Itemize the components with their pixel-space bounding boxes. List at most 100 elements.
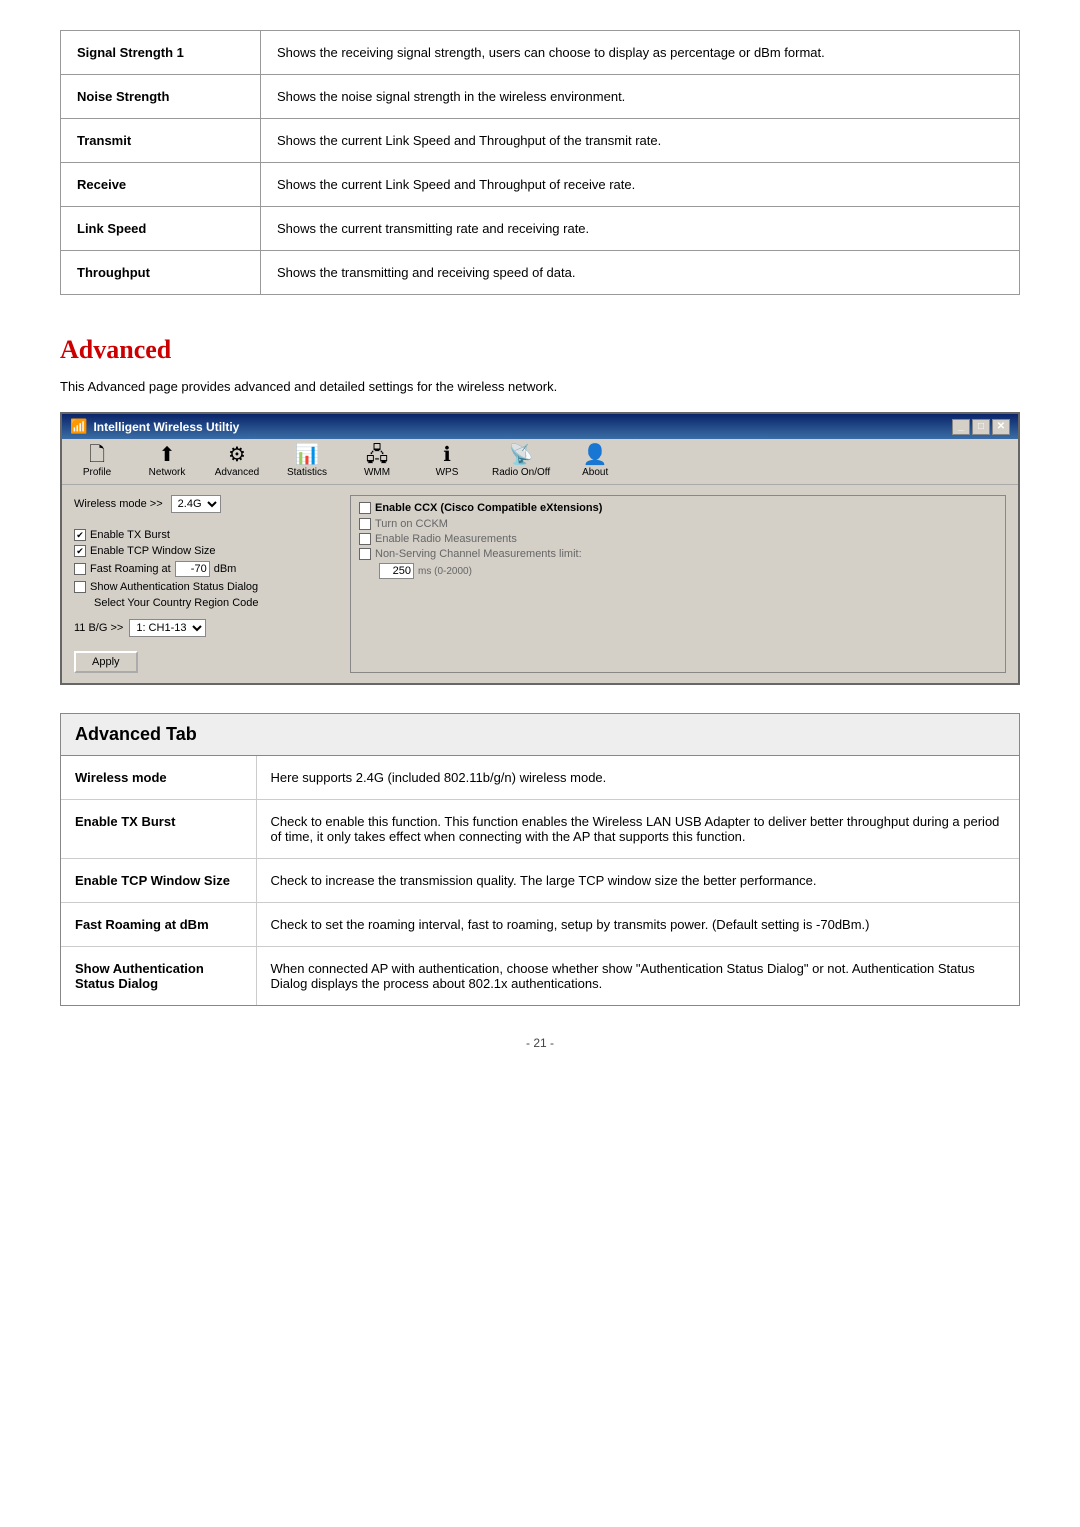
checkbox-country-label: Select Your Country Region Code bbox=[94, 597, 259, 609]
checkbox-auth-status[interactable]: Show Authentication Status Dialog bbox=[74, 581, 334, 593]
row-description: Shows the current transmitting rate and … bbox=[261, 207, 1020, 251]
toolbar-icon-profile: 🗋 bbox=[89, 445, 105, 465]
adv-row-label: Fast Roaming at dBm bbox=[61, 903, 256, 947]
advanced-description: This Advanced page provides advanced and… bbox=[60, 379, 1020, 394]
toolbar-icon-network: ⬆ bbox=[159, 445, 176, 465]
table-row: Noise Strength Shows the noise signal st… bbox=[61, 75, 1020, 119]
wireless-mode-select[interactable]: 2.4G bbox=[171, 495, 221, 513]
checkbox-tcp-window[interactable]: Enable TCP Window Size bbox=[74, 545, 334, 557]
ccx-item-2: Enable Radio Measurements bbox=[359, 533, 997, 545]
toolbar-item-advanced[interactable]: ⚙ Advanced bbox=[212, 445, 262, 478]
ccx-item-3: Non-Serving Channel Measurements limit: bbox=[359, 548, 997, 560]
toolbar-item-radio on/off[interactable]: 📡 Radio On/Off bbox=[492, 445, 550, 478]
adv-table-row: Enable TX Burst Check to enable this fun… bbox=[61, 800, 1019, 859]
adv-row-label: Wireless mode bbox=[61, 756, 256, 800]
ccx-label: Enable CCX (Cisco Compatible eXtensions) bbox=[359, 502, 997, 514]
toolbar-icon-wmm: 🖧 bbox=[366, 445, 388, 465]
toolbar-item-network[interactable]: ⬆ Network bbox=[142, 445, 192, 478]
row-description: Shows the current Link Speed and Through… bbox=[261, 163, 1020, 207]
adv-row-label: Enable TCP Window Size bbox=[61, 859, 256, 903]
fast-roaming-unit: dBm bbox=[214, 563, 237, 575]
ccx-radio-checkbox[interactable] bbox=[359, 533, 371, 545]
adv-row-description: Check to increase the transmission quali… bbox=[256, 859, 1019, 903]
adv-row-label: Show Authentication Status Dialog bbox=[61, 947, 256, 1006]
toolbar-icon-about: 👤 bbox=[583, 445, 608, 465]
titlebar-controls: _ □ ✕ bbox=[952, 419, 1010, 435]
checkbox-tx-burst-box[interactable] bbox=[74, 529, 86, 541]
table-row: Transmit Shows the current Link Speed an… bbox=[61, 119, 1020, 163]
checkbox-tcp-window-label: Enable TCP Window Size bbox=[90, 545, 216, 557]
adv-row-description: When connected AP with authentication, c… bbox=[256, 947, 1019, 1006]
row-label: Link Speed bbox=[61, 207, 261, 251]
band-label: 11 B/G >> bbox=[74, 622, 123, 634]
row-description: Shows the transmitting and receiving spe… bbox=[261, 251, 1020, 295]
toolbar-item-statistics[interactable]: 📊 Statistics bbox=[282, 445, 332, 478]
checkbox-country[interactable]: Select Your Country Region Code bbox=[94, 597, 334, 609]
app-title: Intelligent Wireless Utiltiy bbox=[93, 420, 239, 434]
ccx-non-serving-checkbox[interactable] bbox=[359, 548, 371, 560]
app-window: 📶 Intelligent Wireless Utiltiy _ □ ✕ 🗋 P… bbox=[60, 412, 1020, 685]
ccx-item-1: Turn on CCKM bbox=[359, 518, 997, 530]
checkbox-tx-burst[interactable]: Enable TX Burst bbox=[74, 529, 334, 541]
toolbar-label-about: About bbox=[582, 467, 608, 478]
adv-table-row: Fast Roaming at dBm Check to set the roa… bbox=[61, 903, 1019, 947]
adv-row-description: Here supports 2.4G (included 802.11b/g/n… bbox=[256, 756, 1019, 800]
app-toolbar: 🗋 Profile ⬆ Network ⚙ Advanced 📊 Statist… bbox=[62, 439, 1018, 485]
apply-button[interactable]: Apply bbox=[74, 651, 138, 673]
row-label: Receive bbox=[61, 163, 261, 207]
checkbox-tx-burst-label: Enable TX Burst bbox=[90, 529, 170, 541]
info-table: Signal Strength 1 Shows the receiving si… bbox=[60, 30, 1020, 295]
toolbar-icon-statistics: 📊 bbox=[295, 445, 320, 465]
maximize-button[interactable]: □ bbox=[972, 419, 990, 435]
toolbar-icon-wps: ℹ bbox=[443, 445, 451, 465]
wireless-mode-row: Wireless mode >> 2.4G bbox=[74, 495, 334, 513]
app-body: Wireless mode >> 2.4G Enable TX Burst En… bbox=[62, 485, 1018, 683]
toolbar-label-advanced: Advanced bbox=[215, 467, 259, 478]
adv-row-label: Enable TX Burst bbox=[61, 800, 256, 859]
table-row: Signal Strength 1 Shows the receiving si… bbox=[61, 31, 1020, 75]
row-description: Shows the noise signal strength in the w… bbox=[261, 75, 1020, 119]
fast-roaming-input[interactable] bbox=[175, 561, 210, 577]
table-row: Receive Shows the current Link Speed and… bbox=[61, 163, 1020, 207]
toolbar-icon-advanced: ⚙ bbox=[228, 445, 246, 465]
toolbar-label-profile: Profile bbox=[83, 467, 111, 478]
toolbar-label-radio on/off: Radio On/Off bbox=[492, 467, 550, 478]
adv-table-row: Show Authentication Status Dialog When c… bbox=[61, 947, 1019, 1006]
toolbar-item-about[interactable]: 👤 About bbox=[570, 445, 620, 478]
minimize-button[interactable]: _ bbox=[952, 419, 970, 435]
titlebar-left: 📶 Intelligent Wireless Utiltiy bbox=[70, 418, 239, 435]
band-select[interactable]: 1: CH1-13 bbox=[129, 619, 206, 637]
adv-tab-box: Advanced Tab Wireless mode Here supports… bbox=[60, 713, 1020, 1006]
adv-tab-header: Advanced Tab bbox=[61, 714, 1019, 756]
toolbar-label-wps: WPS bbox=[436, 467, 459, 478]
toolbar-item-profile[interactable]: 🗋 Profile bbox=[72, 445, 122, 478]
adv-tab-table: Wireless mode Here supports 2.4G (includ… bbox=[61, 756, 1019, 1005]
checkbox-fast-roaming[interactable]: Fast Roaming at dBm bbox=[74, 561, 334, 577]
toolbar-icon-radio on/off: 📡 bbox=[509, 445, 534, 465]
ccx-checkbox[interactable] bbox=[359, 502, 371, 514]
checkbox-tcp-window-box[interactable] bbox=[74, 545, 86, 557]
adv-table-row: Wireless mode Here supports 2.4G (includ… bbox=[61, 756, 1019, 800]
toolbar-label-wmm: WMM bbox=[364, 467, 390, 478]
table-row: Link Speed Shows the current transmittin… bbox=[61, 207, 1020, 251]
adv-row-description: Check to set the roaming interval, fast … bbox=[256, 903, 1019, 947]
app-icon: 📶 bbox=[70, 418, 87, 435]
row-label: Noise Strength bbox=[61, 75, 261, 119]
left-col: Wireless mode >> 2.4G Enable TX Burst En… bbox=[74, 495, 334, 673]
checkbox-auth-status-label: Show Authentication Status Dialog bbox=[90, 581, 258, 593]
advanced-heading: Advanced bbox=[60, 335, 1020, 365]
ms-input[interactable] bbox=[379, 563, 414, 579]
toolbar-label-network: Network bbox=[149, 467, 186, 478]
close-button[interactable]: ✕ bbox=[992, 419, 1010, 435]
checkbox-fast-roaming-box[interactable] bbox=[74, 563, 86, 575]
toolbar-item-wmm[interactable]: 🖧 WMM bbox=[352, 445, 402, 478]
adv-table-row: Enable TCP Window Size Check to increase… bbox=[61, 859, 1019, 903]
row-description: Shows the current Link Speed and Through… bbox=[261, 119, 1020, 163]
toolbar-item-wps[interactable]: ℹ WPS bbox=[422, 445, 472, 478]
ccx-cckm-checkbox[interactable] bbox=[359, 518, 371, 530]
row-label: Signal Strength 1 bbox=[61, 31, 261, 75]
table-row: Throughput Shows the transmitting and re… bbox=[61, 251, 1020, 295]
row-label: Throughput bbox=[61, 251, 261, 295]
page-number: - 21 - bbox=[60, 1036, 1020, 1050]
checkbox-auth-status-box[interactable] bbox=[74, 581, 86, 593]
